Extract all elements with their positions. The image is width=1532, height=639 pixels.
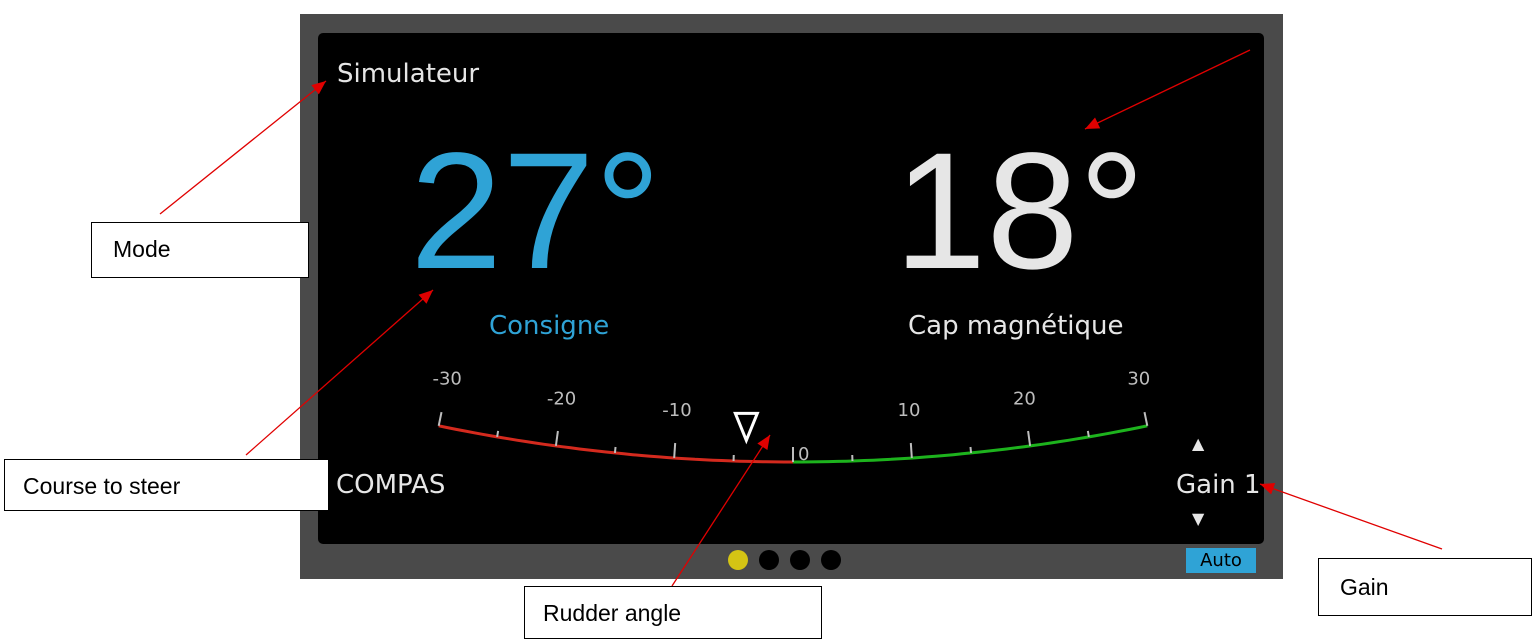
callout-gain-text: Gain <box>1340 574 1389 600</box>
callout-course-to-steer: Course to steer <box>4 459 329 511</box>
callout-mode-text: Mode <box>113 236 171 262</box>
rudder-arrow <box>671 434 771 587</box>
callout-rudder-text: Rudder angle <box>543 600 682 626</box>
callout-mode: Mode <box>91 222 309 278</box>
callout-course-text: Course to steer <box>23 473 181 499</box>
callout-rudder-angle: Rudder angle <box>524 586 822 639</box>
annotation-arrows <box>159 49 1443 587</box>
course-arrow <box>245 289 434 456</box>
heading-arrow <box>1084 49 1251 130</box>
mode-arrow <box>159 80 327 215</box>
gain-arrow <box>1259 483 1443 550</box>
callout-gain: Gain <box>1318 558 1532 616</box>
